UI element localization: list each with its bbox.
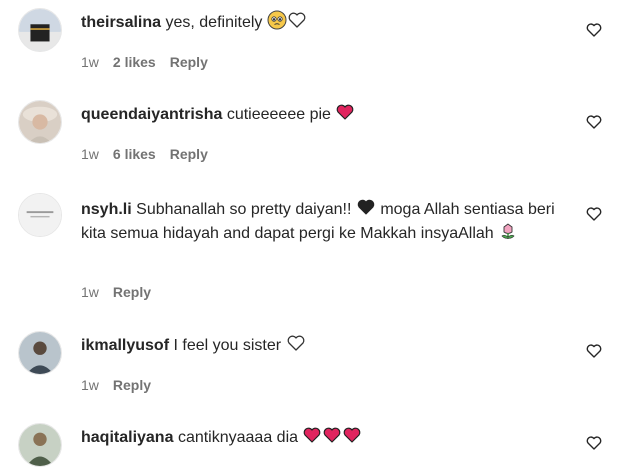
comment-text: yes, definitely <box>165 14 263 31</box>
comment-body: theirsalina yes, definitely <box>81 10 567 34</box>
comment-item: nsyh.li Subhanallah so pretty daiyan!! m… <box>18 193 610 313</box>
comment-body: queendaiyantrisha cutieeeeee pie <box>81 102 567 126</box>
red-heart-emoji <box>342 425 362 445</box>
comment-meta: 1w Reply <box>81 377 151 393</box>
black-heart-emoji <box>356 197 376 217</box>
avatar[interactable] <box>18 423 62 467</box>
comment-meta: 1w 2 likes Reply <box>81 54 208 70</box>
comment-text: cutieeeeee pie <box>226 106 331 123</box>
avatar[interactable] <box>18 8 62 52</box>
like-heart-icon[interactable] <box>586 206 602 222</box>
comment-body: haqitaliyana cantiknyaaaa dia <box>81 425 567 449</box>
comment-username[interactable]: queendaiyantrisha <box>81 106 222 123</box>
comment-timestamp: 1w <box>81 284 99 300</box>
comment-meta: 1w Reply <box>81 284 151 300</box>
comment-likes-count[interactable]: 6 likes <box>113 146 156 162</box>
comment-text: I feel you sister <box>173 337 282 354</box>
comment-username[interactable]: nsyh.li <box>81 201 132 218</box>
reply-button[interactable]: Reply <box>113 377 151 393</box>
like-heart-icon[interactable] <box>586 435 602 451</box>
comment-timestamp: 1w <box>81 146 99 162</box>
reply-button[interactable]: Reply <box>170 54 208 70</box>
reply-button[interactable]: Reply <box>113 284 151 300</box>
pleading-face-emoji <box>267 10 287 30</box>
red-heart-emoji <box>322 425 342 445</box>
like-heart-icon[interactable] <box>586 343 602 359</box>
red-heart-emoji <box>302 425 322 445</box>
white-heart-emoji <box>286 333 306 353</box>
comments-list: theirsalina yes, definitely 1w 2 likes R… <box>0 0 621 472</box>
avatar[interactable] <box>18 100 62 144</box>
white-heart-emoji <box>287 10 307 30</box>
like-heart-icon[interactable] <box>586 114 602 130</box>
comment-text: Subhanallah so pretty daiyan!! <box>136 201 352 218</box>
red-heart-emoji <box>335 102 355 122</box>
comment-item: ikmallyusof I feel you sister 1w Reply <box>18 331 610 401</box>
comment-body: ikmallyusof I feel you sister <box>81 333 567 357</box>
comment-item: theirsalina yes, definitely 1w 2 likes R… <box>18 8 610 88</box>
comment-likes-count[interactable]: 2 likes <box>113 54 156 70</box>
comment-item: queendaiyantrisha cutieeeeee pie 1w 6 li… <box>18 100 610 180</box>
comment-meta: 1w 6 likes Reply <box>81 146 208 162</box>
comment-item: haqitaliyana cantiknyaaaa dia <box>18 423 610 472</box>
reply-button[interactable]: Reply <box>170 146 208 162</box>
avatar[interactable] <box>18 331 62 375</box>
comment-username[interactable]: theirsalina <box>81 14 161 31</box>
comment-body: nsyh.li Subhanallah so pretty daiyan!! m… <box>81 197 567 245</box>
avatar[interactable] <box>18 193 62 237</box>
comment-username[interactable]: ikmallyusof <box>81 337 169 354</box>
comment-text: cantiknyaaaa dia <box>177 429 299 446</box>
comment-timestamp: 1w <box>81 54 99 70</box>
tulip-emoji <box>498 221 518 241</box>
like-heart-icon[interactable] <box>586 22 602 38</box>
comment-username[interactable]: haqitaliyana <box>81 429 173 446</box>
comment-timestamp: 1w <box>81 377 99 393</box>
